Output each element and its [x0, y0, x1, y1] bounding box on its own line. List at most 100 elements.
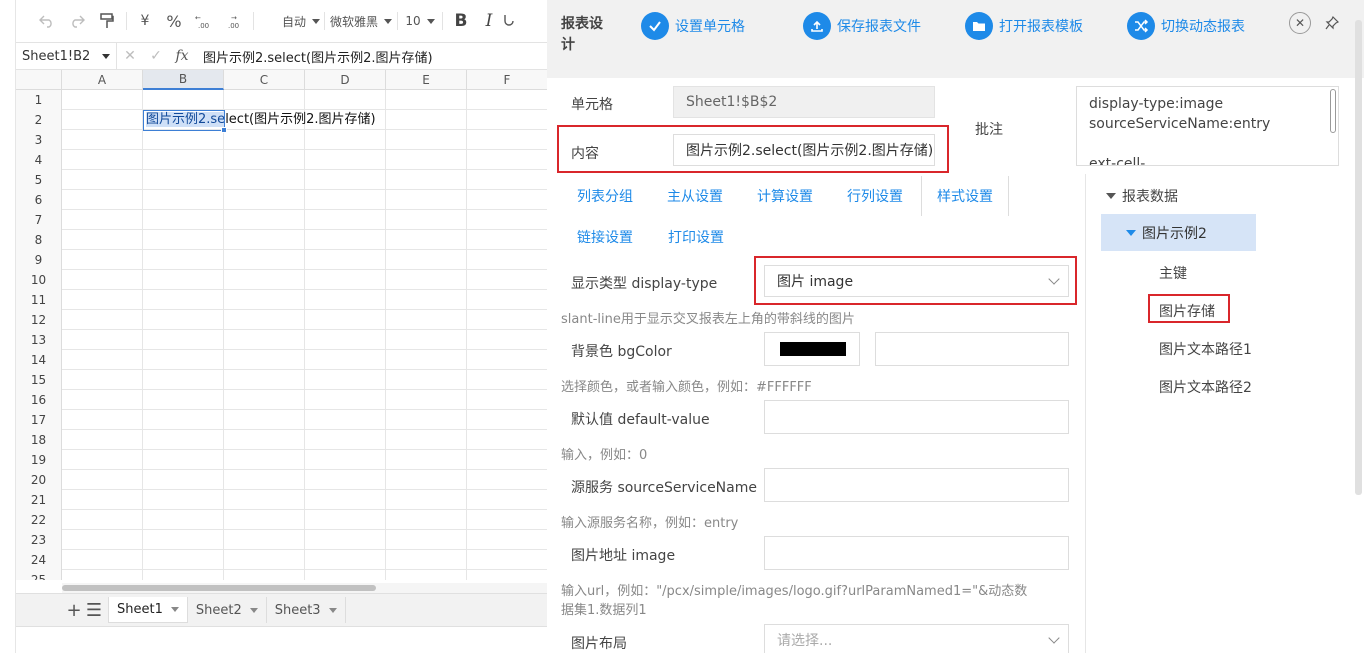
grid-cell[interactable]: [224, 390, 305, 410]
column-header[interactable]: E: [386, 70, 467, 90]
grid-cell[interactable]: [305, 290, 386, 310]
grid-cell[interactable]: [467, 290, 548, 310]
row-header[interactable]: 3: [16, 130, 62, 150]
cancel-icon[interactable]: ✕: [117, 48, 143, 64]
grid-cell[interactable]: [143, 530, 224, 550]
grid-cell[interactable]: [62, 570, 143, 580]
image-layout-select[interactable]: 请选择...: [764, 624, 1069, 653]
grid-cell[interactable]: [62, 150, 143, 170]
row-header[interactable]: 15: [16, 370, 62, 390]
grid-cell[interactable]: [467, 310, 548, 330]
grid-cell[interactable]: [467, 90, 548, 110]
grid-cell[interactable]: [305, 150, 386, 170]
grid-cell[interactable]: [467, 330, 548, 350]
note-scrollbar[interactable]: [1330, 89, 1336, 133]
grid-cell[interactable]: [224, 190, 305, 210]
grid-cell[interactable]: [143, 270, 224, 290]
grid-cell[interactable]: [305, 410, 386, 430]
selected-cell[interactable]: [143, 110, 225, 131]
grid-cell[interactable]: [143, 430, 224, 450]
grid-cell[interactable]: [386, 410, 467, 430]
sheet-list-icon[interactable]: ☰: [84, 600, 104, 621]
grid-cell[interactable]: [467, 570, 548, 580]
grid-cell[interactable]: [386, 350, 467, 370]
grid-cell[interactable]: [62, 190, 143, 210]
grid-cell[interactable]: [305, 450, 386, 470]
grid-cell[interactable]: [62, 310, 143, 330]
sheet-tab-sheet3[interactable]: Sheet3: [267, 597, 346, 623]
sheet-tab-sheet1[interactable]: Sheet1: [108, 597, 188, 623]
row-header[interactable]: 21: [16, 490, 62, 510]
decimal-increase-icon[interactable]: ← .00: [189, 7, 219, 35]
grid-cell[interactable]: [467, 230, 548, 250]
grid-cell[interactable]: [386, 290, 467, 310]
grid-cell[interactable]: [386, 450, 467, 470]
row-header[interactable]: 16: [16, 390, 62, 410]
grid-cell[interactable]: [467, 110, 548, 130]
grid-cell[interactable]: [305, 470, 386, 490]
grid-cell[interactable]: [143, 130, 224, 150]
sheet-tab-sheet2[interactable]: Sheet2: [188, 597, 267, 623]
grid-cell[interactable]: [305, 490, 386, 510]
grid-cell[interactable]: [143, 450, 224, 470]
grid-cell[interactable]: [224, 490, 305, 510]
grid-cell[interactable]: [143, 370, 224, 390]
grid-cell[interactable]: [62, 490, 143, 510]
row-header[interactable]: 10: [16, 270, 62, 290]
fill-handle[interactable]: [221, 127, 227, 133]
row-header[interactable]: 8: [16, 230, 62, 250]
bgcolor-picker[interactable]: [764, 332, 860, 366]
grid-cell[interactable]: [62, 510, 143, 530]
image-url-input[interactable]: [764, 536, 1069, 570]
grid-cell[interactable]: [62, 290, 143, 310]
row-header[interactable]: 24: [16, 550, 62, 570]
grid-cell[interactable]: [305, 210, 386, 230]
add-sheet-icon[interactable]: +: [64, 600, 84, 621]
column-header[interactable]: C: [224, 70, 305, 90]
font-family-select[interactable]: 微软雅黑: [329, 7, 393, 35]
grid-cell[interactable]: [143, 150, 224, 170]
grid-cell[interactable]: [224, 330, 305, 350]
decimal-decrease-icon[interactable]: → .00: [219, 7, 249, 35]
grid-cell[interactable]: [224, 350, 305, 370]
grid-cell[interactable]: [224, 290, 305, 310]
grid-cell[interactable]: [62, 530, 143, 550]
tree-node-root[interactable]: 报表数据: [1106, 186, 1178, 206]
grid-cell[interactable]: [224, 530, 305, 550]
grid-cell[interactable]: [224, 130, 305, 150]
grid-cell[interactable]: [386, 530, 467, 550]
grid-cell[interactable]: [224, 250, 305, 270]
grid-cell[interactable]: [386, 230, 467, 250]
tree-node-field[interactable]: 主键: [1159, 263, 1187, 283]
grid-cell[interactable]: [386, 490, 467, 510]
grid-cell[interactable]: [386, 550, 467, 570]
grid-cell[interactable]: [386, 150, 467, 170]
row-header[interactable]: 5: [16, 170, 62, 190]
grid-cell[interactable]: [143, 550, 224, 570]
format-painter-icon[interactable]: [92, 7, 122, 35]
grid-cell[interactable]: [143, 470, 224, 490]
grid-cell[interactable]: [386, 170, 467, 190]
row-header[interactable]: 25: [16, 570, 62, 580]
default-value-input[interactable]: [764, 400, 1069, 434]
grid-cell[interactable]: [467, 210, 548, 230]
row-header[interactable]: 19: [16, 450, 62, 470]
row-header[interactable]: 14: [16, 350, 62, 370]
grid-cell[interactable]: [467, 470, 548, 490]
grid-cell[interactable]: [305, 430, 386, 450]
bold-button[interactable]: B: [447, 7, 475, 35]
column-header[interactable]: F: [467, 70, 548, 90]
grid-cell[interactable]: [62, 230, 143, 250]
row-header[interactable]: 18: [16, 430, 62, 450]
grid-cell[interactable]: [224, 470, 305, 490]
font-size-select[interactable]: 10: [402, 7, 438, 35]
grid-cell[interactable]: [467, 450, 548, 470]
currency-button[interactable]: ¥: [131, 7, 159, 35]
grid-cell[interactable]: [467, 550, 548, 570]
grid-cell[interactable]: [305, 330, 386, 350]
row-header[interactable]: 9: [16, 250, 62, 270]
open-template-button[interactable]: 打开报表模板: [965, 12, 1083, 40]
grid-cell[interactable]: [224, 210, 305, 230]
grid-cell[interactable]: [143, 490, 224, 510]
row-header[interactable]: 23: [16, 530, 62, 550]
